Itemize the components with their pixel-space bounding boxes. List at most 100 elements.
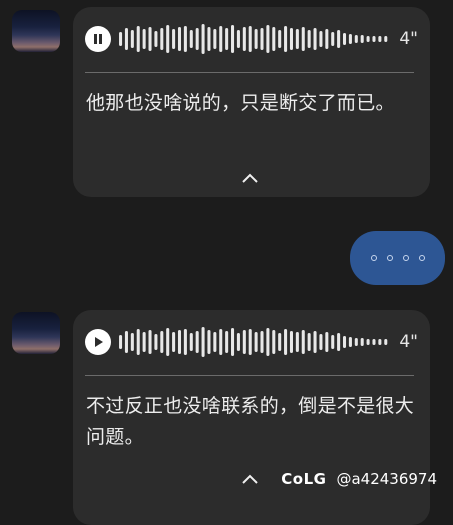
pause-icon xyxy=(94,34,102,44)
waveform-bar xyxy=(342,33,347,45)
sent-message-bubble[interactable] xyxy=(350,231,445,285)
waveform-bar xyxy=(342,336,347,348)
waveform-bar xyxy=(289,331,293,353)
waveform-bar xyxy=(272,27,276,51)
waveform-bar xyxy=(213,332,217,352)
pause-button[interactable] xyxy=(85,26,111,52)
waveform-bar xyxy=(195,28,199,50)
waveform-bar xyxy=(384,36,388,42)
waveform-bar xyxy=(172,29,176,49)
waveform-bar xyxy=(136,329,140,355)
waveform-bar xyxy=(236,30,240,48)
waveform-bar xyxy=(354,35,358,43)
waveform-bar xyxy=(225,28,229,50)
waveform-bar xyxy=(348,337,352,347)
waveform-bar xyxy=(154,31,158,47)
waveform-bar xyxy=(166,25,170,53)
waveform-bar xyxy=(236,333,240,351)
waveform-bar xyxy=(372,36,376,42)
waveform-bar xyxy=(231,25,235,53)
waveform-bar xyxy=(242,27,246,51)
waveform-bar xyxy=(119,32,123,46)
waveform-bar xyxy=(183,329,187,355)
waveform-bar xyxy=(313,331,317,353)
waveform-bar xyxy=(278,333,282,351)
waveform-bar xyxy=(301,330,305,354)
waveform-bar xyxy=(136,26,140,52)
waveform-icon xyxy=(119,327,388,357)
waveform-icon xyxy=(119,24,388,54)
typing-indicator xyxy=(366,255,430,261)
waveform-bar xyxy=(142,332,146,352)
avatar[interactable] xyxy=(12,312,60,354)
waveform-bar xyxy=(295,332,299,352)
waveform-bar xyxy=(183,26,187,52)
waveform-bar xyxy=(124,331,128,353)
waveform-bar xyxy=(360,35,364,43)
waveform-bar xyxy=(260,28,264,50)
typing-dot xyxy=(386,255,393,261)
avatar[interactable] xyxy=(12,10,60,52)
waveform-bar xyxy=(248,26,252,52)
waveform-bar xyxy=(325,332,329,352)
waveform-bar xyxy=(160,28,164,50)
waveform-bar xyxy=(189,30,193,48)
waveform-bar xyxy=(148,330,152,354)
voice-transcript: 他那也没啥说的，只是断交了而已。 xyxy=(86,92,395,114)
waveform-bar xyxy=(142,29,146,49)
waveform-bar xyxy=(272,330,276,354)
waveform-bar xyxy=(266,328,270,356)
waveform-bar xyxy=(254,29,258,49)
waveform-bar xyxy=(295,29,299,49)
waveform-bar xyxy=(384,339,388,345)
waveform-bar xyxy=(231,328,235,356)
waveform-bar xyxy=(207,330,211,354)
waveform-bar xyxy=(331,335,335,349)
waveform-bar xyxy=(201,24,205,54)
waveform-bar xyxy=(195,331,199,353)
waveform-bar xyxy=(366,36,370,42)
waveform-bar xyxy=(307,333,311,351)
voice-message-bubble[interactable]: 4" 他那也没啥说的，只是断交了而已。 xyxy=(73,7,430,197)
waveform-bar xyxy=(177,27,182,51)
waveform-bar xyxy=(119,335,123,349)
waveform-bar xyxy=(331,32,335,46)
play-button[interactable] xyxy=(85,329,111,355)
voice-message-bubble[interactable]: 4" 不过反正也没啥联系的，倒是不是很大问题。 xyxy=(73,310,430,525)
waveform-bar xyxy=(360,338,364,346)
waveform-bar xyxy=(284,329,288,355)
waveform-bar xyxy=(348,34,352,44)
voice-player: 4" xyxy=(85,21,418,57)
waveform-bar xyxy=(225,331,229,353)
waveform-bar xyxy=(154,334,158,350)
waveform-bar xyxy=(213,29,217,49)
waveform-bar xyxy=(189,333,193,351)
waveform-bar xyxy=(337,333,341,351)
waveform-bar xyxy=(319,334,323,350)
waveform-bar xyxy=(201,327,205,357)
typing-dot xyxy=(402,255,409,261)
waveform-bar xyxy=(307,30,311,48)
chevron-up-icon[interactable] xyxy=(241,473,259,485)
chevron-up-icon[interactable] xyxy=(241,172,259,184)
waveform-bar xyxy=(289,28,293,50)
divider xyxy=(85,72,414,73)
typing-dot xyxy=(370,255,377,261)
waveform-bar xyxy=(219,26,223,52)
voice-duration: 4" xyxy=(399,29,418,49)
waveform-bar xyxy=(266,25,270,53)
waveform-bar xyxy=(354,338,358,346)
waveform-bar xyxy=(242,330,246,354)
waveform-bar xyxy=(284,26,288,52)
voice-player: 4" xyxy=(85,324,418,360)
waveform-bar xyxy=(313,28,317,50)
waveform-bar xyxy=(319,31,323,47)
waveform-bar xyxy=(260,331,264,353)
voice-transcript: 不过反正也没啥联系的，倒是不是很大问题。 xyxy=(86,395,415,448)
waveform-bar xyxy=(207,27,211,51)
play-icon xyxy=(95,337,103,347)
waveform-bar xyxy=(172,332,176,352)
waveform-bar xyxy=(160,331,164,353)
waveform-bar xyxy=(372,339,376,345)
waveform-bar xyxy=(130,30,134,48)
